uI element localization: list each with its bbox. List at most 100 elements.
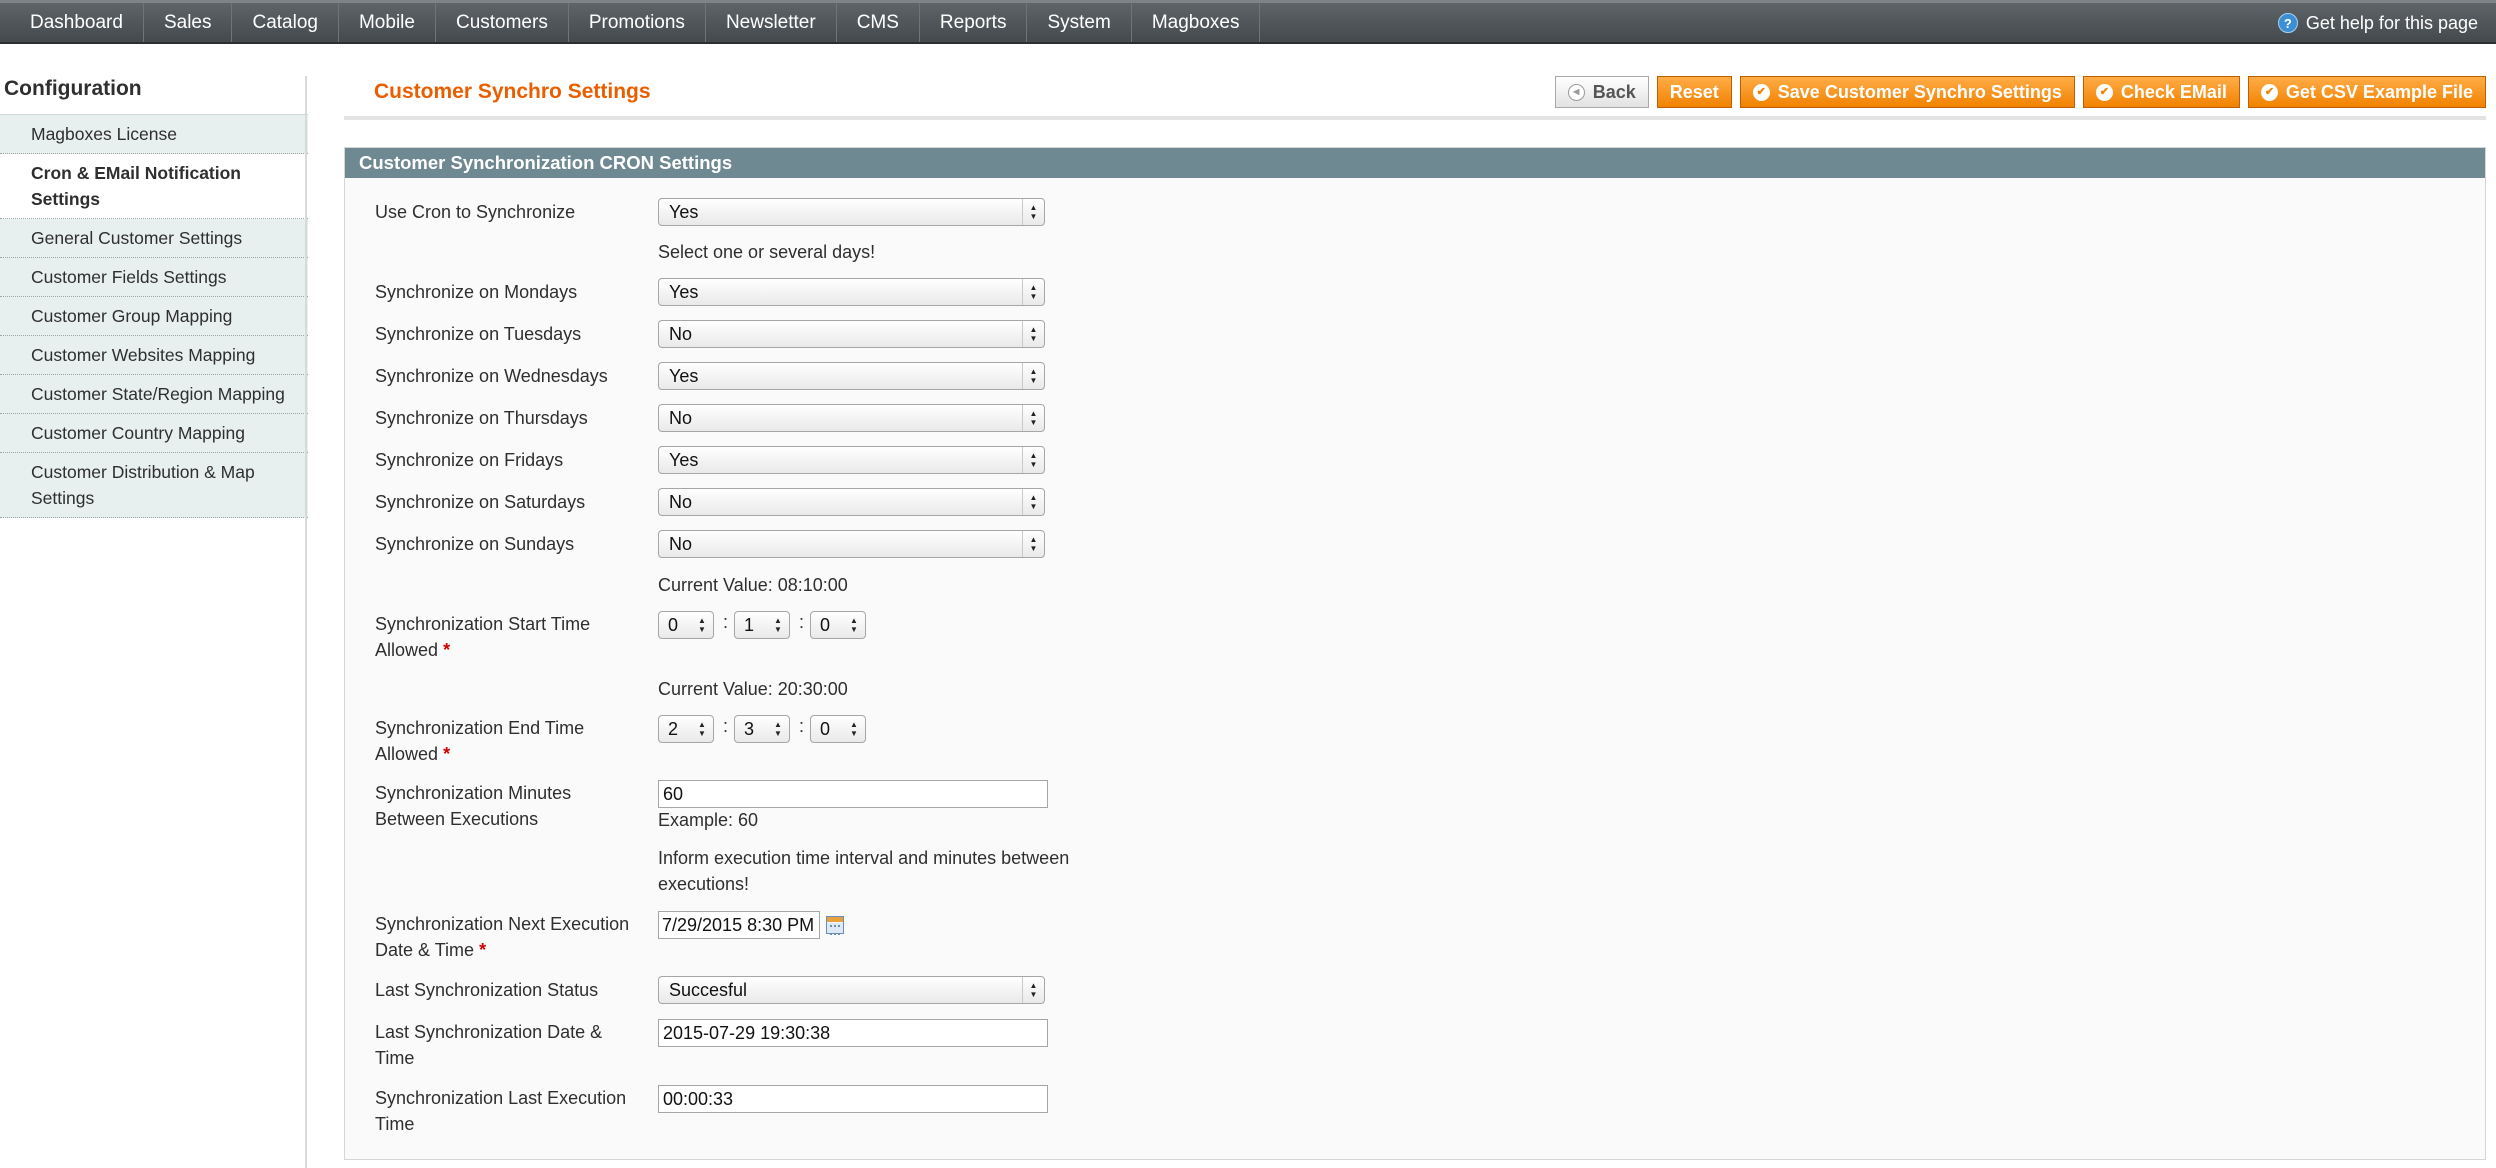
menu-sales[interactable]: Sales — [144, 3, 233, 42]
menu-dashboard[interactable]: Dashboard — [10, 3, 144, 42]
select-arrows-icon: ▲ ▼ — [1022, 405, 1044, 431]
sidebar-item-magboxes-license[interactable]: Magboxes License — [0, 115, 308, 154]
reset-button[interactable]: Reset — [1656, 76, 1732, 108]
page-title: Customer Synchro Settings — [374, 80, 651, 103]
end-hour-value: 2 — [668, 719, 679, 739]
select-arrows-icon: ▲ ▼ — [1022, 447, 1044, 473]
sidebar-title: Configuration — [4, 77, 142, 100]
wednesday-select[interactable]: Yes ▲ ▼ — [658, 362, 1045, 390]
sidebar-item-customer-fields-settings[interactable]: Customer Fields Settings — [0, 258, 308, 297]
reset-button-label: Reset — [1669, 81, 1719, 102]
last-date-input[interactable] — [658, 1019, 1048, 1047]
thursday-label: Synchronize on Thursdays — [375, 408, 588, 428]
sidebar-item-general-customer-settings[interactable]: General Customer Settings — [0, 219, 308, 258]
menu-newsletter[interactable]: Newsletter — [706, 3, 837, 42]
saturday-select[interactable]: No ▲ ▼ — [658, 488, 1045, 516]
select-arrows-icon: ▲ ▼ — [1022, 279, 1044, 305]
end-time-current-value: Current Value: 20:30:00 — [658, 679, 848, 699]
sidebar-item-customer-distribution-map[interactable]: Customer Distribution & Map Settings — [0, 453, 308, 518]
start-hour-value: 0 — [668, 615, 679, 635]
monday-label: Synchronize on Mondays — [375, 282, 578, 302]
monday-value: Yes — [669, 282, 699, 302]
csv-example-button[interactable]: ✔ Get CSV Example File — [2247, 76, 2486, 108]
select-arrows-icon: ▲ ▼ — [1022, 321, 1044, 347]
next-execution-label: Synchronization Next Execution Date & Ti… — [375, 911, 645, 963]
end-time-label: Synchronization End Time Allowed * — [375, 715, 645, 767]
menu-reports[interactable]: Reports — [920, 3, 1028, 42]
start-minute-select[interactable]: 1 ▲ ▼ — [734, 611, 790, 639]
time-separator: : — [723, 612, 729, 632]
menu-catalog[interactable]: Catalog — [232, 3, 339, 42]
action-buttons: ◀ Back Reset ✔ Save Customer Synchro Set… — [1554, 76, 2486, 108]
start-second-select[interactable]: 0 ▲ ▼ — [810, 611, 866, 639]
friday-select[interactable]: Yes ▲ ▼ — [658, 446, 1045, 474]
check-circle-icon: ✔ — [2095, 83, 2113, 101]
monday-select[interactable]: Yes ▲ ▼ — [658, 278, 1045, 306]
help-link[interactable]: ? Get help for this page — [2277, 3, 2478, 43]
last-exec-time-label: Synchronization Last Execution Time — [375, 1088, 627, 1134]
check-circle-icon: ✔ — [1752, 83, 1770, 101]
start-hour-select[interactable]: 0 ▲ ▼ — [658, 611, 714, 639]
check-circle-icon: ✔ — [2260, 83, 2278, 101]
sidebar-list: Magboxes License Cron & EMail Notificati… — [0, 114, 308, 518]
sidebar-item-cron-email-notification[interactable]: Cron & EMail Notification Settings — [0, 154, 308, 219]
top-navigation: Dashboard Sales Catalog Mobile Customers… — [0, 0, 2496, 44]
menu-customers[interactable]: Customers — [436, 3, 569, 42]
end-second-select[interactable]: 0 ▲ ▼ — [810, 715, 866, 743]
end-minute-value: 3 — [744, 719, 755, 739]
next-execution-input[interactable] — [658, 911, 820, 939]
check-email-button-label: Check EMail — [2120, 81, 2227, 102]
time-separator: : — [799, 612, 805, 632]
use-cron-label: Use Cron to Synchronize — [375, 202, 576, 222]
menu-mobile[interactable]: Mobile — [339, 3, 436, 42]
minutes-hint: Inform execution time interval and minut… — [658, 848, 1070, 894]
help-icon: ? — [2277, 13, 2298, 33]
last-status-select[interactable]: Succesful ▲ ▼ — [658, 976, 1045, 1004]
last-date-label: Last Synchronization Date & Time — [375, 1022, 603, 1068]
sidebar-divider — [305, 76, 307, 1168]
back-icon: ◀ — [1567, 83, 1585, 101]
sidebar: Configuration Magboxes License Cron & EM… — [0, 76, 308, 518]
menu-magboxes[interactable]: Magboxes — [1132, 3, 1261, 42]
use-cron-select[interactable]: Yes ▲ ▼ — [658, 198, 1045, 226]
sunday-select[interactable]: No ▲ ▼ — [658, 530, 1045, 558]
menu-cms[interactable]: CMS — [837, 3, 920, 42]
csv-example-button-label: Get CSV Example File — [2285, 81, 2473, 102]
required-marker: * — [443, 640, 451, 660]
tuesday-select[interactable]: No ▲ ▼ — [658, 320, 1045, 348]
select-arrows-icon: ▲ ▼ — [774, 720, 782, 738]
select-arrows-icon: ▲ ▼ — [1022, 489, 1044, 515]
minutes-between-input[interactable] — [658, 780, 1048, 808]
thursday-select[interactable]: No ▲ ▼ — [658, 404, 1045, 432]
calendar-icon[interactable] — [826, 916, 844, 935]
select-arrows-icon: ▲ ▼ — [774, 616, 782, 634]
sidebar-item-customer-group-mapping[interactable]: Customer Group Mapping — [0, 297, 308, 336]
select-arrows-icon: ▲ ▼ — [1022, 363, 1044, 389]
select-arrows-icon: ▲ ▼ — [698, 616, 706, 634]
select-arrows-icon: ▲ ▼ — [850, 720, 858, 738]
time-separator: : — [799, 716, 805, 736]
section-header[interactable]: Customer Synchronization CRON Settings — [345, 148, 2485, 178]
back-button-label: Back — [1592, 81, 1636, 102]
sidebar-item-customer-country-mapping[interactable]: Customer Country Mapping — [0, 414, 308, 453]
save-settings-button[interactable]: ✔ Save Customer Synchro Settings — [1739, 76, 2075, 108]
header-divider — [344, 116, 2486, 120]
sidebar-item-customer-state-region-mapping[interactable]: Customer State/Region Mapping — [0, 375, 308, 414]
saturday-label: Synchronize on Saturdays — [375, 492, 586, 512]
start-time-label-text: Synchronization Start Time Allowed — [375, 614, 591, 660]
end-minute-select[interactable]: 3 ▲ ▼ — [734, 715, 790, 743]
required-marker: * — [443, 744, 451, 764]
use-cron-value: Yes — [669, 202, 699, 222]
end-hour-select[interactable]: 2 ▲ ▼ — [658, 715, 714, 743]
wednesday-value: Yes — [669, 366, 699, 386]
end-time-label-text: Synchronization End Time Allowed — [375, 718, 585, 764]
last-exec-time-input[interactable] — [658, 1085, 1048, 1113]
next-execution-label-text: Synchronization Next Execution Date & Ti… — [375, 914, 630, 960]
sidebar-item-customer-websites-mapping[interactable]: Customer Websites Mapping — [0, 336, 308, 375]
check-email-button[interactable]: ✔ Check EMail — [2082, 76, 2240, 108]
menu-promotions[interactable]: Promotions — [569, 3, 706, 42]
menu-system[interactable]: System — [1027, 3, 1132, 42]
minutes-between-label: Synchronization Minutes Between Executio… — [375, 783, 572, 829]
friday-label: Synchronize on Fridays — [375, 450, 564, 470]
back-button[interactable]: ◀ Back — [1554, 76, 1649, 108]
